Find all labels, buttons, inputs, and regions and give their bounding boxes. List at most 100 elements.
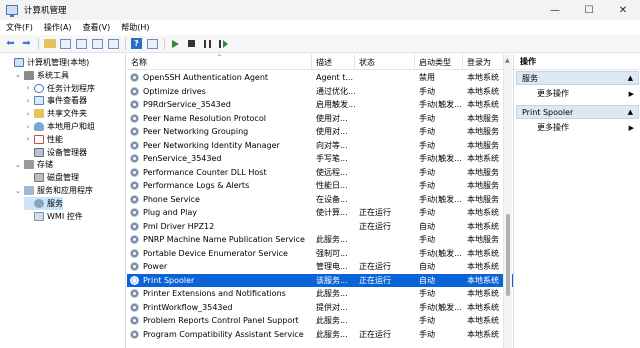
table-row[interactable]: Printer Extensions and Notifications 此服务.… (127, 287, 513, 301)
show-hide-tree-button[interactable] (59, 37, 72, 50)
up-folder-button[interactable] (43, 37, 56, 50)
expand-chevron-icon[interactable]: › (24, 123, 32, 131)
table-row[interactable]: OpenSSH Authentication Agent Agent t... 禁用… (127, 71, 513, 85)
column-header-name[interactable]: 名称 (127, 54, 312, 70)
restart-service-button[interactable] (217, 37, 230, 50)
tree-item[interactable]: › 本地用户和组 (24, 120, 95, 133)
refresh-button[interactable] (91, 37, 104, 50)
table-row[interactable]: Program Compatibility Assistant Service 此… (127, 328, 513, 342)
table-row[interactable]: PmI Driver HPZ12 正在运行 自动 本地系统 (127, 220, 513, 234)
column-header-status[interactable]: 状态 (355, 54, 415, 70)
table-row[interactable]: Plug and Play 使计算... 正在运行 手动 本地系统 (127, 206, 513, 220)
expand-chevron-icon[interactable]: ⌄ (14, 187, 22, 195)
menu-help[interactable]: 帮助(H) (121, 22, 149, 33)
service-description-text: 使用对... (316, 113, 348, 123)
table-row[interactable]: PenService_3543ed 手写笔... 手动(触发... 本地系统 (127, 152, 513, 166)
expand-chevron-icon[interactable]: › (24, 135, 32, 143)
more-actions-services[interactable]: 更多操作 (537, 87, 569, 100)
table-row[interactable]: Performance Counter DLL Host 使远程... 手动 本地服务 (127, 166, 513, 180)
tree-item[interactable]: › 任务计划程序 (24, 82, 95, 95)
back-arrow-icon[interactable]: ⬅ (4, 37, 17, 50)
tree-item[interactable]: WMI 控件 (24, 210, 83, 223)
table-row[interactable]: Performance Logs & Alerts 性能日... 手动 本地服务 (127, 179, 513, 193)
help-button[interactable]: ? (130, 37, 143, 50)
close-button[interactable]: ✕ (606, 0, 640, 20)
list-header: ^ 名称 描述 状态 启动类型 登录为 (127, 54, 513, 70)
tree-item[interactable]: ⌄ 服务和应用程序 (14, 184, 93, 197)
service-startup-type-text: 自动 (419, 262, 435, 272)
service-gear-icon (130, 221, 139, 231)
pause-service-button[interactable] (201, 37, 214, 50)
maximize-button[interactable]: ☐ (572, 0, 606, 20)
table-row[interactable]: Power 管理电... 正在运行 自动 本地系统 (127, 260, 513, 274)
menu-view[interactable]: 查看(V) (83, 22, 111, 33)
stop-service-button[interactable] (185, 37, 198, 50)
table-row[interactable]: Peer Name Resolution Protocol 使用对... 手动 本地服… (127, 112, 513, 126)
service-name-cell: Plug and Play (127, 206, 312, 220)
service-startup-type-cell: 手动 (415, 314, 463, 328)
service-gear-icon (130, 86, 139, 96)
service-status-cell: 正在运行 (355, 206, 415, 220)
tree-item[interactable]: › 性能 (24, 133, 63, 146)
scrollbar-thumb[interactable] (506, 214, 510, 296)
tree-item[interactable]: 磁盘管理 (24, 171, 79, 184)
gear-icon (34, 198, 44, 208)
expand-chevron-icon[interactable]: › (24, 97, 32, 105)
actions-section-services[interactable]: 服务 ▲ (516, 71, 639, 85)
table-row[interactable]: Print Spooler 该服务... 正在运行 自动 本地系统 (127, 273, 513, 287)
menu-file[interactable]: 文件(F) (6, 22, 33, 33)
table-row[interactable]: P9RdrService_3543ed 启用触发... 手动(触发... 本地系统 (127, 98, 513, 112)
collapse-icon[interactable]: ▲ (628, 108, 633, 116)
expand-chevron-icon[interactable]: ⌄ (14, 71, 22, 79)
menu-action[interactable]: 操作(A) (44, 22, 72, 33)
tree-item[interactable]: 计算机管理(本地) (4, 56, 89, 69)
service-name-text: Plug and Play (143, 208, 198, 218)
vertical-scrollbar[interactable]: ▲ (503, 54, 512, 348)
table-row[interactable]: Phone Service 在设备... 手动(触发... 本地服务 (127, 193, 513, 207)
table-row[interactable]: PNRP Machine Name Publication Service 此服务… (127, 233, 513, 247)
table-row[interactable]: PrintWorkflow_3543ed 提供对... 手动(触发... 本地系统 (127, 301, 513, 315)
service-name-text: Power (143, 262, 168, 272)
service-log-on-as-text: 本地系统 (467, 248, 499, 258)
service-name-text: Peer Networking Grouping (143, 127, 249, 137)
start-service-button[interactable] (169, 37, 182, 50)
tree-item[interactable]: › 共享文件夹 (24, 107, 87, 120)
table-row[interactable]: Problem Reports Control Panel Support 此服务… (127, 314, 513, 328)
forward-arrow-icon[interactable]: ➡ (20, 37, 33, 50)
more-actions-print-spooler[interactable]: 更多操作 (537, 121, 569, 134)
properties-button[interactable] (75, 37, 88, 50)
expand-chevron-icon[interactable]: › (24, 84, 32, 92)
shared-folder-icon (34, 109, 44, 119)
service-description-cell: 启用触发... (312, 98, 355, 112)
table-row[interactable]: Optimize drives 通过优化... 手动 本地系统 (127, 85, 513, 99)
table-row[interactable]: Peer Networking Identity Manager 向对等... 手动… (127, 139, 513, 153)
tree-item[interactable]: 设备管理器 (24, 146, 87, 159)
tree-item-label: 服务和应用程序 (37, 186, 93, 195)
scroll-up-icon[interactable]: ▲ (505, 57, 510, 64)
table-row[interactable]: Portable Device Enumerator Service 强制可...… (127, 247, 513, 261)
tree-item[interactable]: › 事件查看器 (24, 94, 87, 107)
action-pane-button[interactable] (146, 37, 159, 50)
service-name-text: PNRP Machine Name Publication Service (143, 235, 305, 245)
expand-chevron-icon[interactable]: › (24, 110, 32, 118)
actions-section-print-spooler[interactable]: Print Spooler ▲ (516, 105, 639, 119)
service-startup-type-cell: 手动(触发... (415, 193, 463, 207)
column-header-description[interactable]: 描述 (312, 54, 355, 70)
table-row[interactable]: Peer Networking Grouping 使用对... 手动 本地服务 (127, 125, 513, 139)
tree-item[interactable]: ⌄ 存储 (14, 158, 53, 171)
service-description-cell: 此服务... (312, 233, 355, 247)
minimize-button[interactable]: — (538, 0, 572, 20)
service-name-cell: Peer Networking Identity Manager (127, 139, 312, 153)
service-startup-type-text: 手动(触发... (419, 154, 462, 164)
service-name-cell: Performance Counter DLL Host (127, 166, 312, 180)
collapse-icon[interactable]: ▲ (628, 74, 633, 82)
tree-item[interactable]: ⌄ 系统工具 (14, 69, 69, 82)
console-tree: 计算机管理(本地) ⌄ 系统工具 › 任务计划程序 › 事件查看器 › 共享文件夹 › 本地用户和组… (0, 54, 126, 348)
service-name-cell: P9RdrService_3543ed (127, 98, 312, 112)
column-header-startup-type[interactable]: 启动类型 (415, 54, 463, 70)
service-name-cell: Portable Device Enumerator Service (127, 247, 312, 261)
tree-item[interactable]: 服务 (24, 196, 63, 210)
service-name-cell: PenService_3543ed (127, 152, 312, 166)
export-list-button[interactable] (107, 37, 120, 50)
expand-chevron-icon[interactable]: ⌄ (14, 161, 22, 169)
